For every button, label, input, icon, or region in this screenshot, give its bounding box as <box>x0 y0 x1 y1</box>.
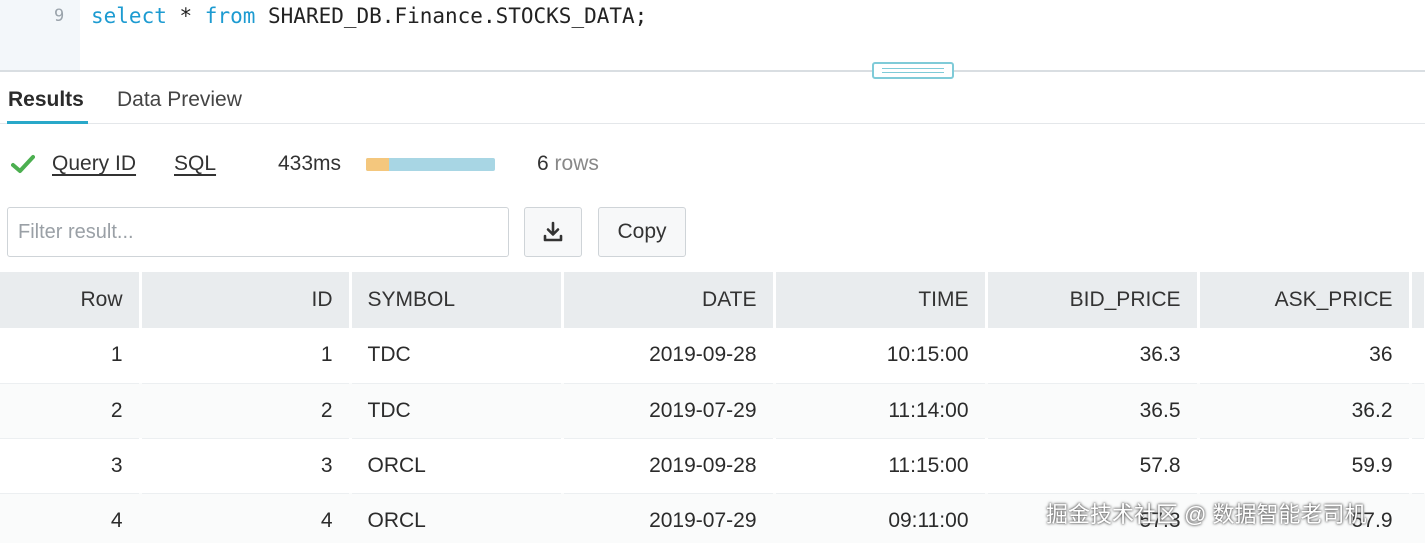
cell-time: 11:15:00 <box>774 438 986 494</box>
column-header-id[interactable]: ID <box>140 272 352 328</box>
code-table-ref: SHARED_DB.Finance.STOCKS_DATA; <box>255 4 648 28</box>
cell-id: 1 <box>140 328 350 384</box>
cell-overflow <box>1410 438 1425 494</box>
line-number: 9 <box>54 6 65 26</box>
result-tabs: Results Data Preview <box>0 78 1425 124</box>
cell-id: 4 <box>140 493 350 543</box>
cell-ask-price: 36.2 <box>1198 383 1410 439</box>
cell-date: 2019-07-29 <box>562 493 774 543</box>
row-count: 6 rows <box>537 152 599 176</box>
watermark-text: 掘金技术社区 @ 数据智能老司机 <box>1046 502 1367 527</box>
table-row[interactable]: 3 3 ORCL 2019-09-28 11:15:00 57.8 59.9 <box>0 438 1425 494</box>
cell-time: 09:11:00 <box>774 493 986 543</box>
cell-symbol: TDC <box>350 328 562 384</box>
code-star: * <box>166 4 205 28</box>
sql-editor[interactable]: 9 select * from SHARED_DB.Finance.STOCKS… <box>0 0 1425 72</box>
cell-time: 10:15:00 <box>774 328 986 384</box>
cell-symbol: ORCL <box>350 438 562 494</box>
cell-overflow <box>1410 328 1425 384</box>
cell-row: 3 <box>0 438 140 494</box>
query-progress-bar[interactable] <box>366 158 495 171</box>
cell-overflow <box>1410 493 1425 543</box>
column-header-row[interactable]: Row <box>0 272 142 328</box>
cell-row: 1 <box>0 328 140 384</box>
table-row[interactable]: 2 2 TDC 2019-07-29 11:14:00 36.5 36.2 <box>0 383 1425 439</box>
cell-id: 3 <box>140 438 350 494</box>
row-count-unit: rows <box>554 152 599 175</box>
cell-date: 2019-09-28 <box>562 438 774 494</box>
table-header-row: Row ID SYMBOL DATE TIME BID_PRICE ASK_PR… <box>0 272 1425 328</box>
table-row[interactable]: 1 1 TDC 2019-09-28 10:15:00 36.3 36 <box>0 328 1425 384</box>
cell-ask-price: 59.9 <box>1198 438 1410 494</box>
keyword-from: from <box>204 4 256 28</box>
cell-row: 2 <box>0 383 140 439</box>
cell-date: 2019-09-28 <box>562 328 774 384</box>
active-tab-indicator <box>7 121 88 124</box>
snowflake-worksheet: 9 select * from SHARED_DB.Finance.STOCKS… <box>0 0 1425 543</box>
cell-ask-price: 36 <box>1198 328 1410 384</box>
check-icon <box>11 155 35 173</box>
cell-bid-price: 36.3 <box>986 328 1198 384</box>
column-header-date[interactable]: DATE <box>562 272 776 328</box>
column-header-overflow <box>1410 272 1425 328</box>
cell-bid-price: 36.5 <box>986 383 1198 439</box>
code-line[interactable]: select * from SHARED_DB.Finance.STOCKS_D… <box>91 4 647 28</box>
query-status-bar: Query ID SQL 433ms 6 rows <box>0 140 1425 190</box>
cell-symbol: TDC <box>350 383 562 439</box>
keyword-select: select <box>91 4 167 28</box>
pane-resize-handle[interactable] <box>872 62 954 79</box>
line-gutter: 9 <box>0 0 80 72</box>
tab-results[interactable]: Results <box>8 88 84 112</box>
cell-date: 2019-07-29 <box>562 383 774 439</box>
query-id-link[interactable]: Query ID <box>52 152 136 176</box>
download-icon <box>543 221 563 242</box>
cell-id: 2 <box>140 383 350 439</box>
query-duration: 433ms <box>278 152 342 175</box>
cell-overflow <box>1410 383 1425 439</box>
column-header-time[interactable]: TIME <box>774 272 988 328</box>
sql-link[interactable]: SQL <box>174 152 216 176</box>
tab-data-preview[interactable]: Data Preview <box>117 88 242 112</box>
column-header-ask-price[interactable]: ASK_PRICE <box>1198 272 1412 328</box>
cell-bid-price: 57.8 <box>986 438 1198 494</box>
row-count-number: 6 <box>537 152 549 175</box>
download-button[interactable] <box>524 207 582 257</box>
progress-queued-segment <box>366 158 390 171</box>
cell-row: 4 <box>0 493 140 543</box>
column-header-symbol[interactable]: SYMBOL <box>350 272 564 328</box>
filter-result-input[interactable] <box>7 207 509 257</box>
cell-time: 11:14:00 <box>774 383 986 439</box>
pane-divider <box>0 70 1425 72</box>
cell-symbol: ORCL <box>350 493 562 543</box>
column-header-bid-price[interactable]: BID_PRICE <box>986 272 1200 328</box>
copy-button[interactable]: Copy <box>598 207 686 257</box>
